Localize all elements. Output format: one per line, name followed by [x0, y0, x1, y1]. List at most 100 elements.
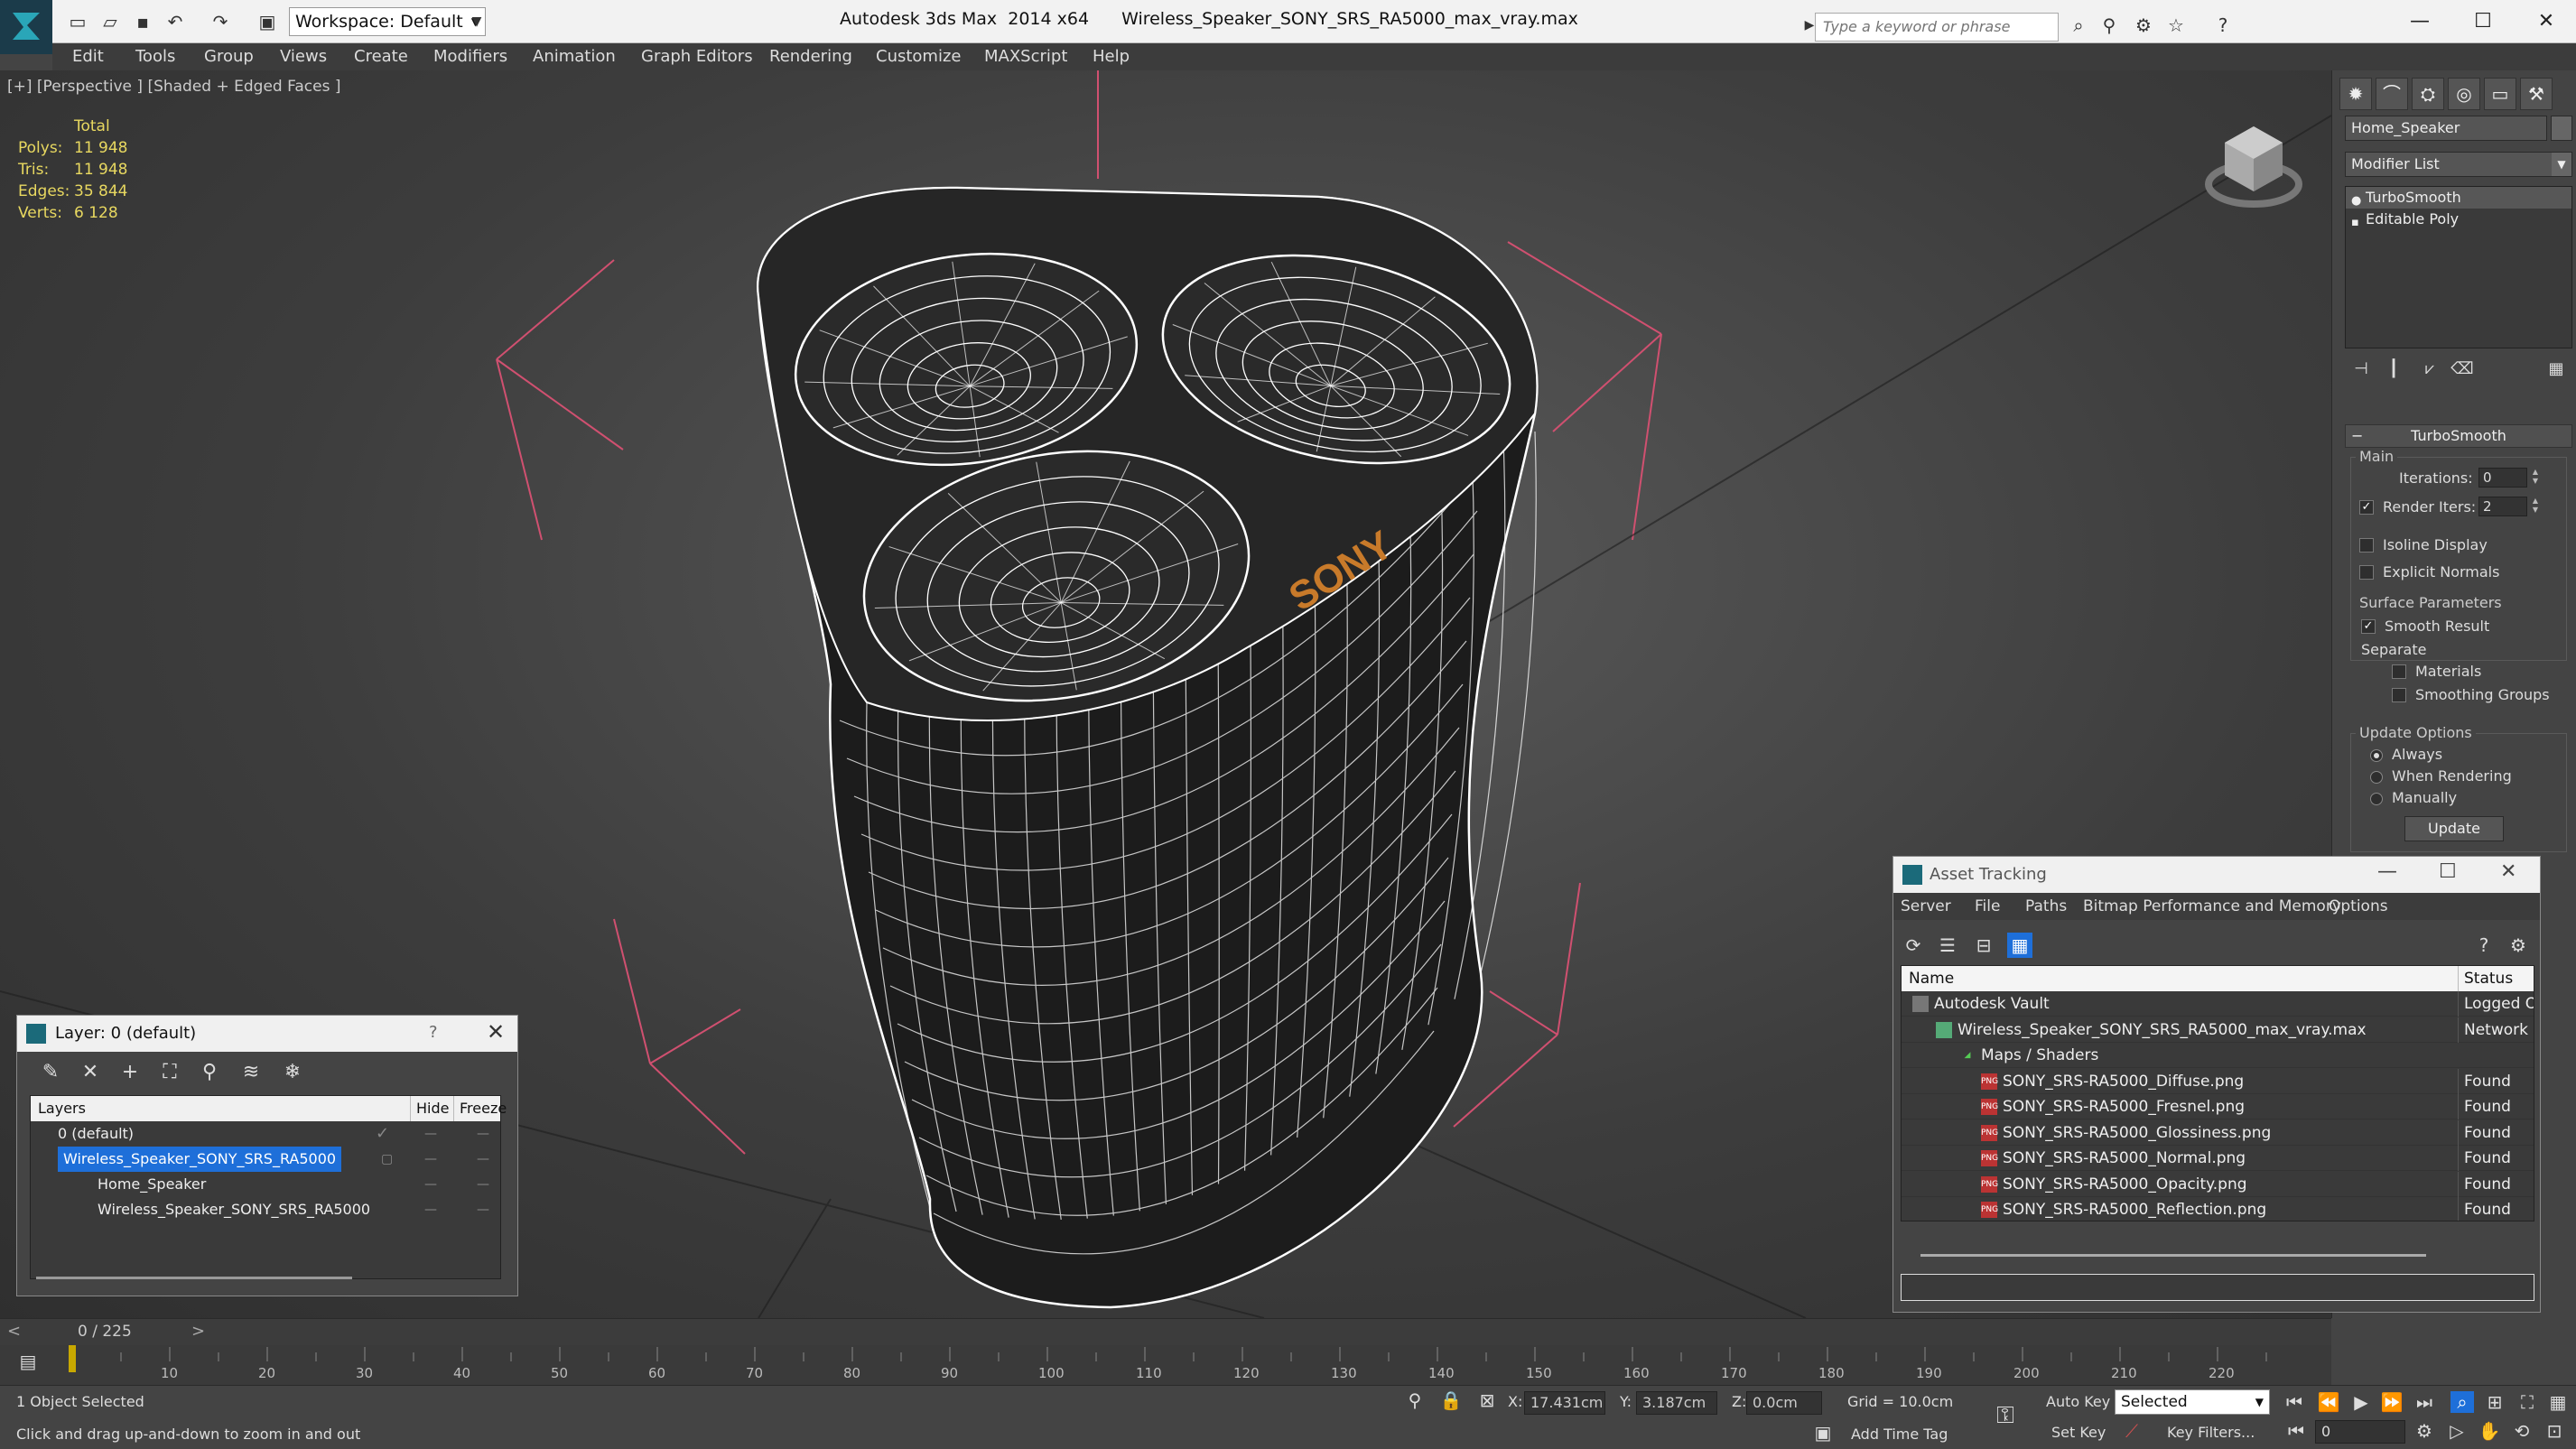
isoline-display-checkbox[interactable]: [2359, 538, 2374, 553]
layer-row[interactable]: Wireless_Speaker_SONY_SRS_RA5000 ▢ — —: [31, 1147, 500, 1172]
pan-icon[interactable]: ✋: [2478, 1420, 2501, 1442]
zoom-all-icon[interactable]: ⊞: [2483, 1391, 2506, 1413]
go-to-end-icon[interactable]: ⏭: [2413, 1391, 2436, 1413]
always-radio[interactable]: [2370, 749, 2383, 762]
time-tag-icon[interactable]: ▣: [1811, 1422, 1835, 1444]
layer-row[interactable]: Home_Speaker — —: [31, 1172, 500, 1197]
highlight-layer-icon[interactable]: ⚲: [196, 1059, 223, 1086]
search-tool-icon[interactable]: ⚲: [2097, 13, 2122, 38]
z-coordinate-field[interactable]: 0.0cm: [1746, 1391, 1822, 1415]
layer-row[interactable]: 0 (default) ✓ — —: [31, 1121, 500, 1147]
open-file-icon[interactable]: ▱: [98, 9, 123, 34]
menu-rendering[interactable]: Rendering: [769, 47, 852, 66]
col-freeze[interactable]: Freeze: [453, 1096, 507, 1121]
maximize-button[interactable]: ☐: [2439, 860, 2457, 883]
lock-icon[interactable]: 🔒: [1439, 1389, 1463, 1411]
layer-row[interactable]: Wireless_Speaker_SONY_SRS_RA5000 — —: [31, 1197, 500, 1222]
manually-radio[interactable]: [2370, 793, 2383, 805]
col-name[interactable]: Name: [1909, 966, 1954, 991]
maximize-button[interactable]: ☐: [2456, 5, 2510, 38]
freeze-toggle[interactable]: —: [477, 1172, 489, 1197]
horizontal-scrollbar[interactable]: [1920, 1254, 2426, 1257]
menu-maxscript[interactable]: MAXScript: [984, 47, 1067, 66]
go-to-start-icon[interactable]: ⏮: [2283, 1391, 2306, 1413]
table-view-icon[interactable]: ▦: [2007, 933, 2032, 958]
menu-help[interactable]: Help: [1093, 47, 1130, 66]
undo-icon[interactable]: ↶: [163, 9, 188, 34]
hide-toggle[interactable]: —: [424, 1147, 437, 1172]
modifier-list-dropdown[interactable]: Modifier List ▼: [2345, 152, 2572, 177]
menu-options[interactable]: Options: [2329, 897, 2388, 915]
redo-icon[interactable]: ↷: [208, 9, 233, 34]
spinner-arrows-icon[interactable]: ▲ ▼: [2529, 468, 2542, 488]
app-logo-icon[interactable]: [0, 0, 52, 54]
orbit-icon[interactable]: ⟲: [2510, 1420, 2534, 1442]
isolate-icon[interactable]: ⚲: [1403, 1389, 1427, 1411]
transform-mode-icon[interactable]: ⊠: [1475, 1389, 1499, 1411]
time-slider[interactable]: < 0 / 225 >: [0, 1318, 2331, 1345]
viewcube-icon[interactable]: [2203, 116, 2311, 219]
menu-paths[interactable]: Paths: [2025, 897, 2067, 915]
modify-tab-icon[interactable]: ⌒: [2376, 78, 2408, 110]
min-max-toggle-icon[interactable]: ⊡: [2543, 1420, 2566, 1442]
curve-editor-icon[interactable]: ▤: [16, 1351, 40, 1372]
asset-row[interactable]: Wireless_Speaker_SONY_SRS_RA5000_max_vra…: [1902, 1017, 2534, 1043]
utilities-tab-icon[interactable]: ⚒: [2520, 78, 2553, 110]
smoothing-groups-checkbox[interactable]: [2392, 688, 2406, 702]
prev-frame-icon[interactable]: <: [7, 1322, 21, 1341]
asset-row[interactable]: Autodesk Vault Logged Ou: [1902, 991, 2534, 1017]
expand-icon[interactable]: ▪: [2351, 212, 2359, 234]
time-config-icon[interactable]: ⚙: [2413, 1420, 2436, 1442]
delete-layer-icon[interactable]: ✕: [77, 1059, 104, 1086]
render-iters-spinner[interactable]: 2: [2478, 497, 2527, 516]
explicit-normals-checkbox[interactable]: [2359, 565, 2374, 580]
workspace-menu-icon[interactable]: ▼: [464, 9, 489, 34]
set-current-box[interactable]: ▢: [381, 1147, 393, 1172]
menu-group[interactable]: Group: [204, 47, 254, 66]
remove-modifier-icon[interactable]: ⌫: [2450, 359, 2475, 383]
asset-row[interactable]: ◢ Maps / Shaders: [1902, 1043, 2534, 1068]
help-icon[interactable]: ?: [429, 1023, 438, 1042]
previous-frame-icon[interactable]: ⏪: [2317, 1391, 2340, 1413]
save-icon[interactable]: ▪: [130, 9, 155, 34]
stack-item-editable-poly[interactable]: ▪ Editable Poly: [2346, 209, 2571, 230]
render-iters-checkbox[interactable]: ✓: [2359, 500, 2374, 515]
search-input[interactable]: [1823, 18, 2058, 35]
freeze-all-icon[interactable]: ❄: [279, 1059, 306, 1086]
tree-view-icon[interactable]: ⊟: [1971, 933, 1996, 958]
next-frame-icon[interactable]: ⏩: [2380, 1391, 2404, 1413]
spinner-arrows-icon[interactable]: ▲ ▼: [2529, 497, 2542, 516]
when-rendering-radio[interactable]: [2370, 771, 2383, 784]
menu-server[interactable]: Server: [1901, 897, 1951, 915]
set-keys-icon[interactable]: ⟋: [2120, 1420, 2144, 1442]
update-button[interactable]: Update: [2404, 816, 2504, 841]
freeze-toggle[interactable]: —: [477, 1197, 489, 1222]
binoculars-icon[interactable]: ⌕: [2066, 13, 2091, 38]
asset-row[interactable]: PNG SONY_SRS-RA5000_Diffuse.png Found: [1902, 1068, 2534, 1094]
close-button[interactable]: ✕: [2519, 5, 2573, 38]
make-unique-icon[interactable]: ⩗: [2417, 359, 2442, 383]
refresh-icon[interactable]: ⟳: [1901, 933, 1926, 958]
key-filters-button[interactable]: Key Filters...: [2167, 1424, 2255, 1441]
menu-modifiers[interactable]: Modifiers: [433, 47, 507, 66]
hide-toggle[interactable]: —: [424, 1197, 437, 1222]
help-icon[interactable]: ?: [2471, 933, 2497, 958]
col-layers[interactable]: Layers: [38, 1096, 86, 1121]
current-frame-field[interactable]: 0: [2315, 1420, 2405, 1444]
freeze-toggle[interactable]: —: [477, 1121, 489, 1147]
menu-create[interactable]: Create: [354, 47, 408, 66]
hierarchy-tab-icon[interactable]: ⛭: [2412, 78, 2444, 110]
asset-row[interactable]: PNG SONY_SRS-RA5000_Reflection.png Found: [1902, 1197, 2534, 1221]
next-frame-icon[interactable]: >: [191, 1322, 205, 1341]
viewport-label[interactable]: [+] [Perspective ] [Shaded + Edged Faces…: [7, 78, 340, 96]
asset-row[interactable]: PNG SONY_SRS-RA5000_Glossiness.png Found: [1902, 1119, 2534, 1146]
stack-item-turbosmooth[interactable]: ● TurboSmooth: [2346, 187, 2571, 209]
col-hide[interactable]: Hide: [410, 1096, 449, 1121]
select-objects-icon[interactable]: ⛶: [156, 1059, 183, 1086]
current-frame-marker[interactable]: [69, 1345, 76, 1372]
object-color-swatch[interactable]: [2551, 116, 2572, 141]
asset-row[interactable]: PNG SONY_SRS-RA5000_Opacity.png Found: [1902, 1171, 2534, 1197]
asset-row[interactable]: PNG SONY_SRS-RA5000_Fresnel.png Found: [1902, 1094, 2534, 1119]
hide-toggle[interactable]: —: [424, 1121, 437, 1147]
help-icon[interactable]: ?: [2210, 13, 2236, 38]
